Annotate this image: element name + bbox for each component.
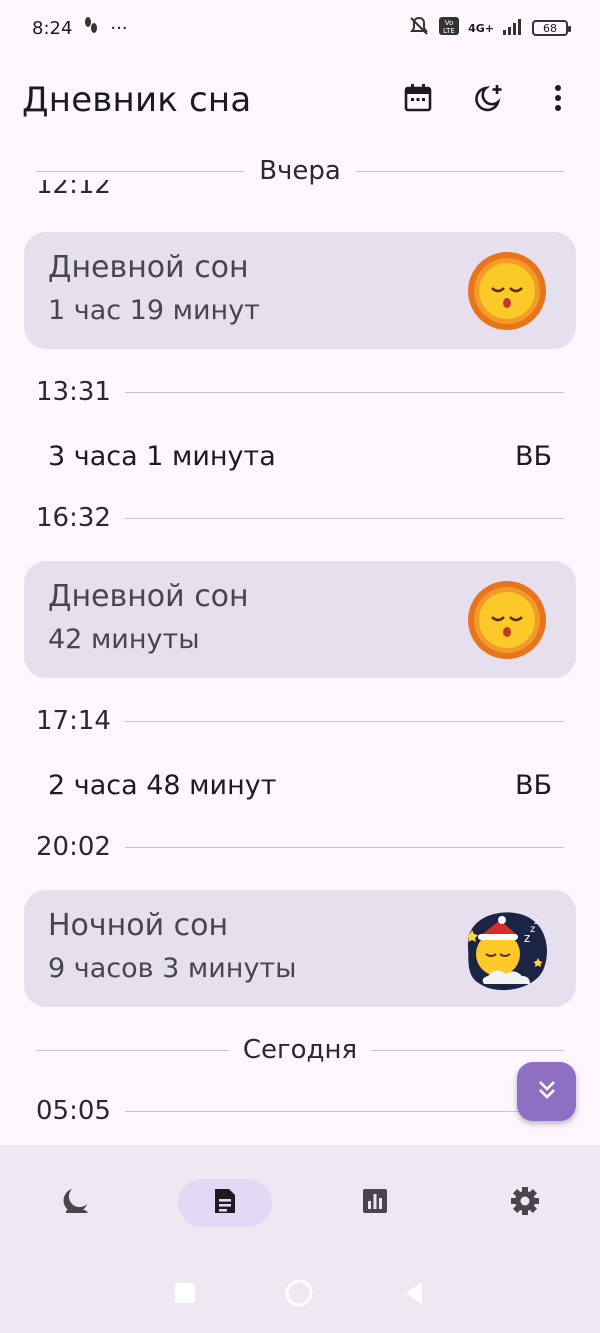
add-sleep-button[interactable] xyxy=(468,80,508,120)
system-navigation-bar xyxy=(0,1271,600,1319)
footprints-icon xyxy=(82,16,100,41)
time-label: 13:31 xyxy=(36,377,111,407)
volte-icon: Vo LTE xyxy=(438,16,460,41)
day-label: Вчера xyxy=(259,156,341,186)
nav-stats-tab[interactable] xyxy=(328,1179,422,1227)
stats-nav-icon xyxy=(361,1187,389,1219)
more-vert-icon xyxy=(553,83,563,117)
calendar-button[interactable] xyxy=(398,80,438,120)
sun-sleeping-icon xyxy=(466,579,548,661)
svg-text:z: z xyxy=(534,917,538,926)
more-options-button[interactable] xyxy=(538,80,578,120)
awake-tag: ВБ xyxy=(514,440,552,472)
sleep-card-day-nap[interactable]: Дневной сон 42 минуты xyxy=(24,561,576,678)
status-time: 8:24 xyxy=(32,17,73,39)
back-button[interactable] xyxy=(402,1280,426,1310)
battery-icon: 68 xyxy=(532,20,571,36)
calendar-icon xyxy=(403,83,433,117)
time-divider: 20:02 xyxy=(36,827,564,867)
bottom-navigation xyxy=(0,1145,600,1333)
recents-button[interactable] xyxy=(174,1282,196,1308)
time-label: 05:05 xyxy=(36,1096,111,1126)
day-label: Сегодня xyxy=(242,1035,358,1065)
home-button[interactable] xyxy=(284,1278,314,1312)
sun-sleeping-icon xyxy=(466,250,548,332)
nav-diary-tab[interactable] xyxy=(178,1179,272,1227)
battery-level: 68 xyxy=(543,21,557,35)
signal-icon xyxy=(502,17,524,40)
moon-nav-icon xyxy=(60,1186,90,1220)
svg-text:Vo: Vo xyxy=(445,19,454,27)
time-label: 17:14 xyxy=(36,706,111,736)
moon-sleeping-icon: z z z xyxy=(458,906,552,992)
sleep-card-night[interactable]: Ночной сон 9 часов 3 минуты z z z xyxy=(24,890,576,1007)
time-divider: 17:14 xyxy=(36,701,564,741)
settings-nav-icon xyxy=(509,1185,541,1221)
app-bar: Дневник сна xyxy=(0,64,600,136)
time-label: 20:02 xyxy=(36,832,111,862)
day-divider-yesterday: Вчера xyxy=(36,151,565,191)
sleep-diary-list[interactable]: 12:12 Вчера Дневной сон 1 час 19 минут 1… xyxy=(0,140,600,1145)
nav-sleep-tab[interactable] xyxy=(28,1179,122,1227)
day-divider-today: Сегодня xyxy=(36,1030,564,1070)
nav-settings-tab[interactable] xyxy=(478,1179,572,1227)
awake-tag: ВБ xyxy=(514,769,552,801)
time-divider: 16:32 xyxy=(36,498,564,538)
time-divider: 13:31 xyxy=(36,372,564,412)
double-chevron-down-icon xyxy=(535,1078,559,1106)
sleep-card-day-nap[interactable]: Дневной сон 1 час 19 минут xyxy=(24,232,576,349)
awake-period-row[interactable]: 2 часа 48 минут ВБ xyxy=(48,765,552,805)
page-title: Дневник сна xyxy=(22,80,252,120)
status-dots: ··· xyxy=(110,17,128,39)
diary-nav-icon xyxy=(211,1187,239,1219)
network-label: 4G+ xyxy=(468,21,494,35)
scroll-to-bottom-button[interactable] xyxy=(517,1062,576,1121)
awake-period-row[interactable]: 3 часа 1 минута ВБ xyxy=(48,436,552,476)
svg-text:LTE: LTE xyxy=(443,27,455,35)
awake-duration: 3 часа 1 минута xyxy=(48,440,276,472)
time-divider: 05:05 xyxy=(36,1091,564,1131)
time-label: 16:32 xyxy=(36,503,111,533)
status-bar: 8:24 ··· Vo LTE 4G+ 68 xyxy=(0,0,600,56)
mute-bell-icon xyxy=(408,15,430,42)
awake-duration: 2 часа 48 минут xyxy=(48,769,277,801)
moon-add-icon xyxy=(472,82,504,118)
